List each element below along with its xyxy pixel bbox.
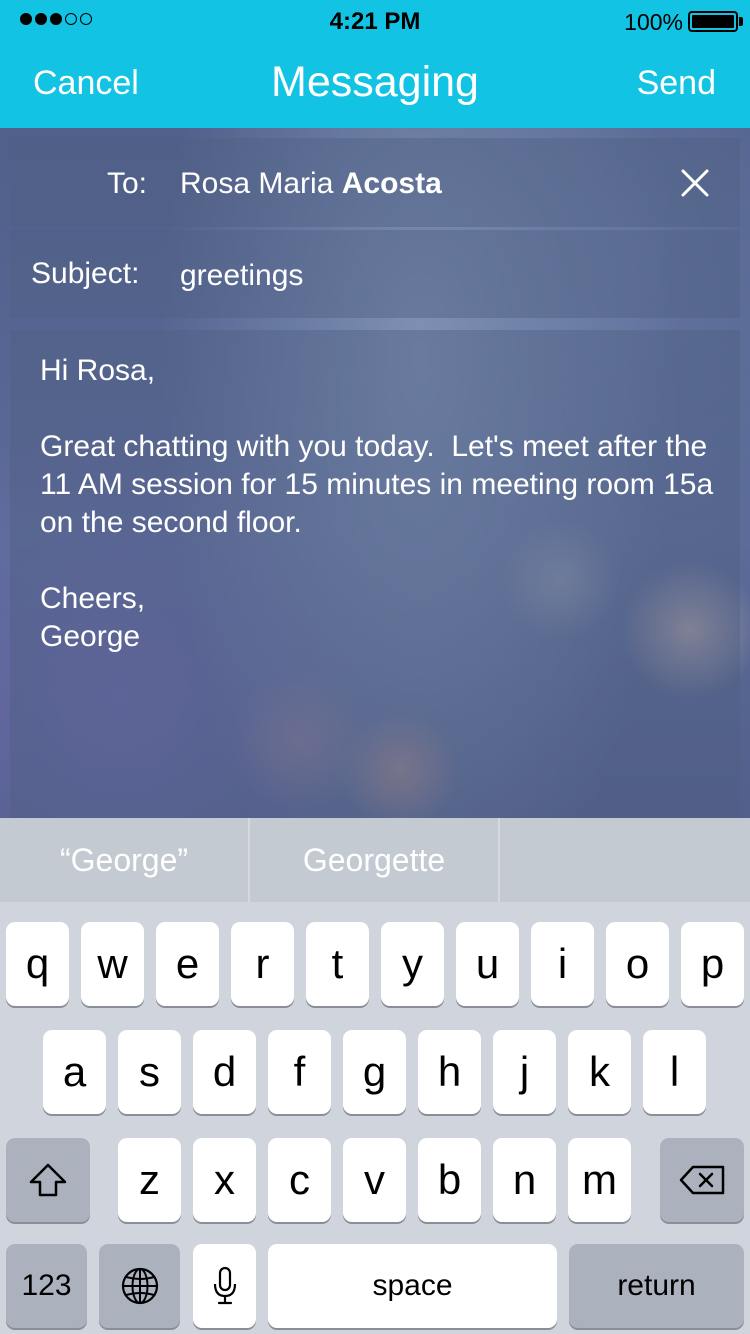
- to-field[interactable]: To: Rosa Maria Acosta: [10, 138, 740, 227]
- dictation-key[interactable]: [193, 1244, 256, 1328]
- message-body-field[interactable]: Hi Rosa, Great chatting with you today. …: [10, 330, 740, 820]
- battery-nub: [739, 17, 743, 26]
- key-k[interactable]: k: [568, 1030, 631, 1114]
- space-key[interactable]: space: [268, 1244, 557, 1328]
- key-x[interactable]: x: [193, 1138, 256, 1222]
- key-q[interactable]: q: [6, 922, 69, 1006]
- key-n[interactable]: n: [493, 1138, 556, 1222]
- key-a[interactable]: a: [43, 1030, 106, 1114]
- key-t[interactable]: t: [306, 922, 369, 1006]
- suggestion-3[interactable]: [500, 818, 750, 902]
- recipient-first-names: Rosa Maria: [180, 167, 342, 200]
- key-o[interactable]: o: [606, 922, 669, 1006]
- return-key[interactable]: return: [569, 1244, 744, 1328]
- send-button[interactable]: Send: [637, 64, 716, 103]
- suggestion-2[interactable]: Georgette: [250, 818, 500, 902]
- key-u[interactable]: u: [456, 922, 519, 1006]
- key-z[interactable]: z: [118, 1138, 181, 1222]
- header: 4:21 PM 100% Cancel Messaging Send: [0, 0, 750, 128]
- key-l[interactable]: l: [643, 1030, 706, 1114]
- shift-key[interactable]: [6, 1138, 90, 1222]
- subject-value: greetings: [180, 259, 304, 292]
- key-r[interactable]: r: [231, 922, 294, 1006]
- subject-field[interactable]: Subject: greetings: [10, 230, 740, 318]
- recipient-name: Rosa Maria Acosta: [180, 167, 442, 201]
- key-e[interactable]: e: [156, 922, 219, 1006]
- key-p[interactable]: p: [681, 922, 744, 1006]
- key-h[interactable]: h: [418, 1030, 481, 1114]
- key-b[interactable]: b: [418, 1138, 481, 1222]
- status-bar: 4:21 PM 100%: [0, 0, 750, 40]
- predictive-text-bar: “George” Georgette: [0, 818, 750, 902]
- numbers-key[interactable]: 123: [6, 1244, 87, 1328]
- key-m[interactable]: m: [568, 1138, 631, 1222]
- suggestion-1[interactable]: “George”: [0, 818, 250, 902]
- globe-icon: [121, 1267, 158, 1305]
- key-c[interactable]: c: [268, 1138, 331, 1222]
- key-i[interactable]: i: [531, 922, 594, 1006]
- key-v[interactable]: v: [343, 1138, 406, 1222]
- key-j[interactable]: j: [493, 1030, 556, 1114]
- backspace-icon: [679, 1165, 725, 1195]
- key-s[interactable]: s: [118, 1030, 181, 1114]
- clear-recipient-button[interactable]: [680, 168, 710, 198]
- battery-percentage: 100%: [624, 9, 683, 35]
- message-body-text: Hi Rosa, Great chatting with you today. …: [40, 354, 714, 653]
- keyboard: q w e r t y u i o p a s d f g h j k l z …: [0, 902, 750, 1334]
- subject-label: Subject:: [31, 257, 140, 290]
- battery-icon: [688, 11, 738, 32]
- recipient-last-name: Acosta: [341, 167, 442, 200]
- to-label: To:: [106, 167, 147, 200]
- key-y[interactable]: y: [381, 922, 444, 1006]
- key-f[interactable]: f: [268, 1030, 331, 1114]
- close-icon: [681, 169, 709, 197]
- globe-key[interactable]: [99, 1244, 180, 1328]
- key-d[interactable]: d: [193, 1030, 256, 1114]
- microphone-icon: [213, 1266, 236, 1305]
- key-w[interactable]: w: [81, 922, 144, 1006]
- key-g[interactable]: g: [343, 1030, 406, 1114]
- shift-icon: [29, 1163, 67, 1197]
- delete-key[interactable]: [660, 1138, 744, 1222]
